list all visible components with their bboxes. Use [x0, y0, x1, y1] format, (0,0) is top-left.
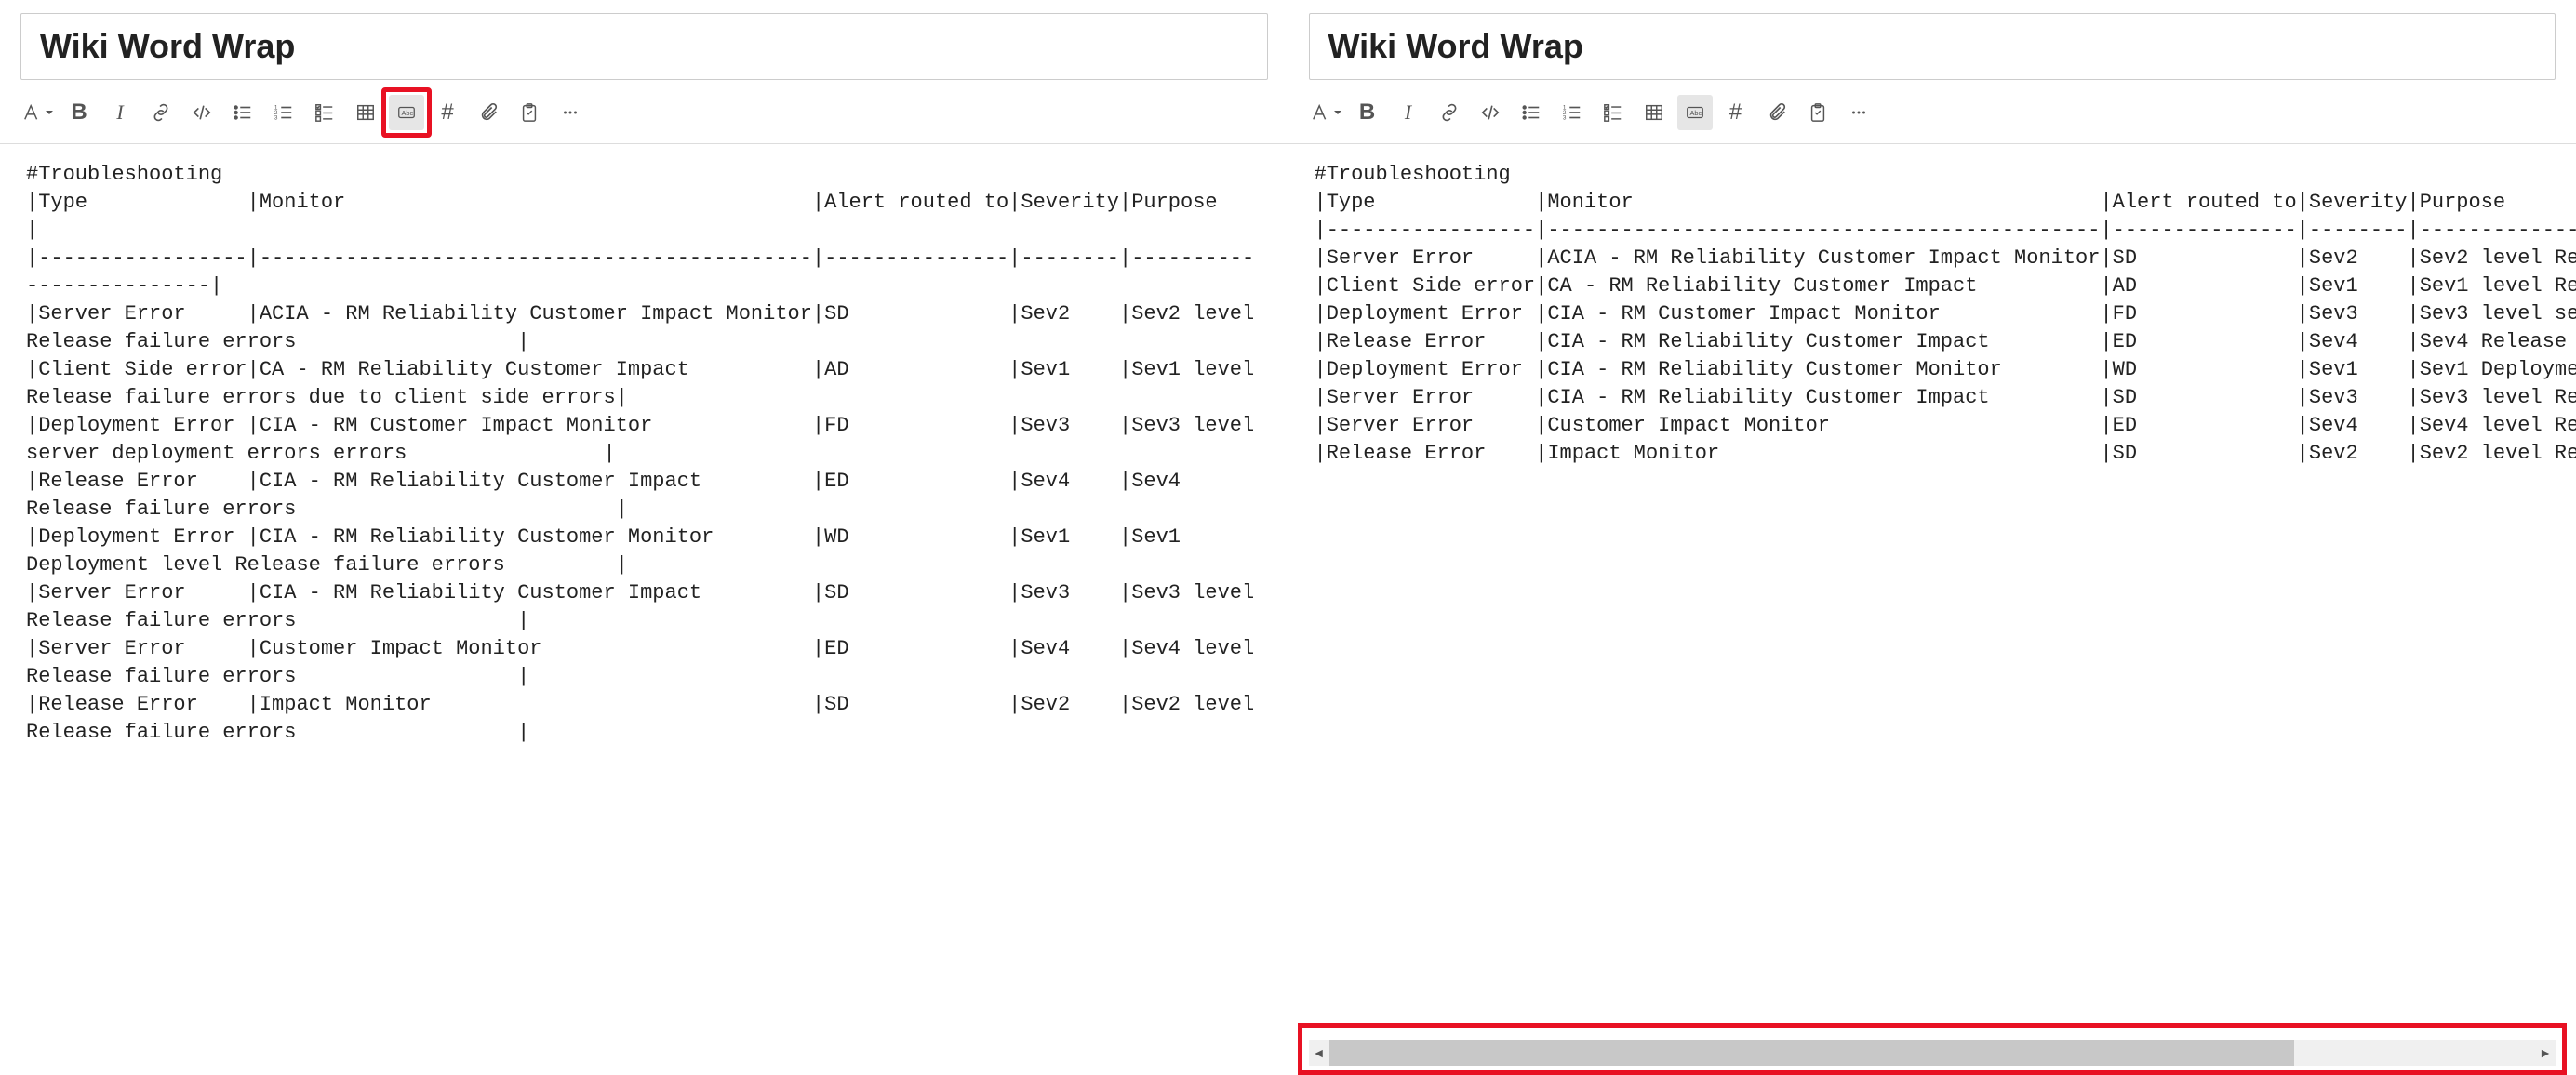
svg-text:3: 3	[274, 114, 278, 121]
table-icon[interactable]	[348, 95, 383, 130]
bulleted-list-icon[interactable]	[1514, 95, 1549, 130]
more-icon[interactable]	[1841, 95, 1876, 130]
title-bar[interactable]: Wiki Word Wrap	[20, 13, 1268, 80]
scroll-thumb[interactable]	[1329, 1040, 2294, 1066]
word-wrap-icon[interactable]: Abc	[1677, 95, 1713, 130]
attachment-icon[interactable]	[471, 95, 506, 130]
hash-icon[interactable]: #	[430, 95, 465, 130]
bulleted-list-icon[interactable]	[225, 95, 260, 130]
page-title: Wiki Word Wrap	[1328, 27, 2537, 66]
attachment-icon[interactable]	[1759, 95, 1795, 130]
more-icon[interactable]	[553, 95, 588, 130]
title-bar[interactable]: Wiki Word Wrap	[1309, 13, 2556, 80]
editor-content[interactable]: #Troubleshooting |Type |Monitor |Alert r…	[0, 144, 1288, 1075]
italic-icon[interactable]: I	[102, 95, 138, 130]
hash-icon[interactable]: #	[1718, 95, 1754, 130]
code-snippet-icon[interactable]	[184, 95, 220, 130]
format-icon[interactable]	[1309, 95, 1344, 130]
numbered-list-icon[interactable]: 123	[266, 95, 301, 130]
scroll-left-arrow[interactable]: ◄	[1309, 1040, 1329, 1066]
checklist-icon[interactable]	[1595, 95, 1631, 130]
svg-text:Abc: Abc	[1689, 109, 1702, 117]
link-icon[interactable]	[1432, 95, 1467, 130]
scroll-right-arrow[interactable]: ►	[2535, 1040, 2556, 1066]
work-item-icon[interactable]	[512, 95, 547, 130]
editor-pane-right: Wiki Word Wrap B I 123 Abc #	[1288, 0, 2576, 1075]
bold-icon[interactable]: B	[61, 95, 97, 130]
toolbar: B I 123 Abc #	[1288, 86, 2576, 144]
numbered-list-icon[interactable]: 123	[1555, 95, 1590, 130]
scroll-track[interactable]	[1329, 1040, 2536, 1066]
editor-content[interactable]: #Troubleshooting |Type |Monitor |Alert r…	[1288, 144, 2576, 1075]
svg-text:3: 3	[1562, 114, 1566, 121]
page-title: Wiki Word Wrap	[40, 27, 1248, 66]
table-icon[interactable]	[1636, 95, 1672, 130]
code-snippet-icon[interactable]	[1473, 95, 1508, 130]
format-icon[interactable]	[20, 95, 56, 130]
word-wrap-icon[interactable]: Abc	[389, 95, 424, 130]
horizontal-scrollbar[interactable]: ◄ ►	[1309, 1040, 2556, 1066]
svg-text:Abc: Abc	[402, 109, 414, 117]
bold-icon[interactable]: B	[1350, 95, 1385, 130]
italic-icon[interactable]: I	[1391, 95, 1426, 130]
toolbar: B I 123 Abc #	[0, 86, 1288, 144]
link-icon[interactable]	[143, 95, 179, 130]
work-item-icon[interactable]	[1800, 95, 1835, 130]
editor-pane-left: Wiki Word Wrap B I 123 Abc #	[0, 0, 1288, 1075]
checklist-icon[interactable]	[307, 95, 342, 130]
